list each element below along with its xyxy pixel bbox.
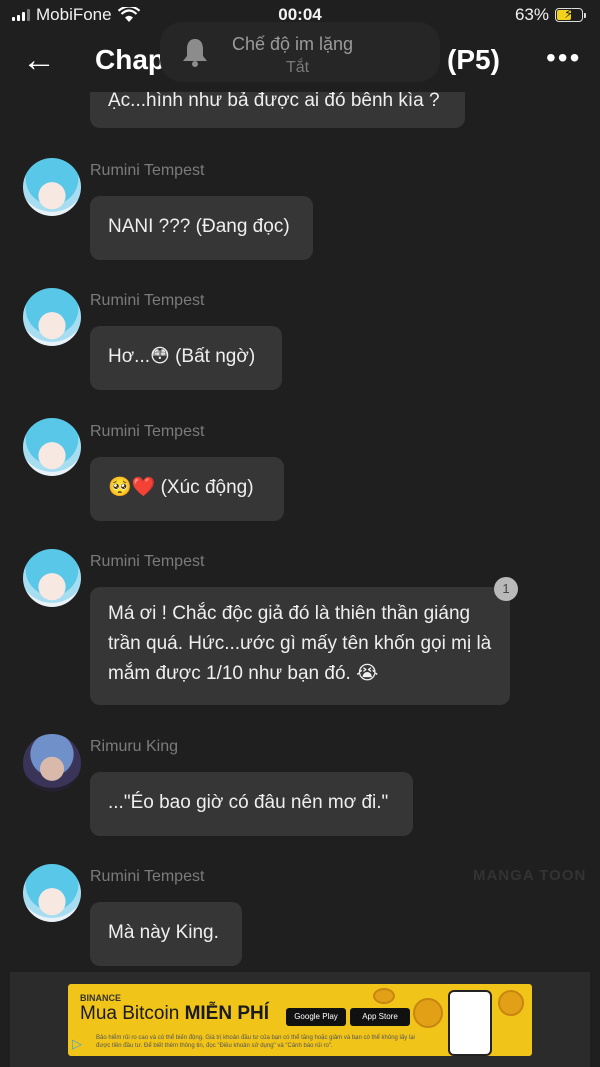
avatar[interactable] (23, 158, 81, 216)
sender-name: Rumini Tempest (90, 868, 205, 885)
ad-banner[interactable]: BINANCE Mua Bitcoin MIỄN PHÍ Google Play… (68, 984, 532, 1056)
silent-mode-toast[interactable]: Chế độ im lặng Tắt (160, 22, 440, 82)
chat-messages[interactable]: Ặc...hình như bả được ai đó bênh kìa ? R… (0, 92, 600, 972)
message-bubble[interactable]: Ặc...hình như bả được ai đó bênh kìa ? (90, 92, 465, 128)
adchoices-icon[interactable]: ▷ (72, 1036, 82, 1052)
message-text: ..."Éo bao giờ có đâu nên mơ đi." (108, 792, 389, 813)
message-text: Má ơi ! Chắc độc giả đó là thiên thần gi… (108, 603, 492, 684)
bell-icon (183, 39, 207, 67)
ad-container: BINANCE Mua Bitcoin MIỄN PHÍ Google Play… (10, 972, 590, 1067)
battery-percent: 63% (514, 5, 549, 24)
app-store-badge[interactable]: App Store (350, 1008, 410, 1026)
message-bubble[interactable]: 🥺❤️ (Xúc động) (90, 457, 284, 521)
message-bubble[interactable]: Má ơi ! Chắc độc giả đó là thiên thần gi… (90, 587, 510, 705)
message-bubble[interactable]: NANI ??? (Đang đọc) (90, 196, 313, 260)
avatar[interactable] (23, 864, 81, 922)
chat-title-part: (P5) (447, 44, 500, 75)
avatar[interactable] (23, 418, 81, 476)
sender-name: Rumini Tempest (90, 162, 205, 179)
sender-name: Rumini Tempest (90, 292, 205, 309)
toast-subtitle: Tắt (286, 59, 310, 76)
bitcoin-coin-icon (413, 998, 443, 1028)
message-text: NANI ??? (Đang đọc) (108, 216, 290, 237)
message-bubble[interactable]: ..."Éo bao giờ có đâu nên mơ đi." (90, 772, 413, 836)
message-text: 🥺❤️ (Xúc động) (108, 477, 254, 498)
message-text: Mà này King. (108, 922, 219, 943)
ad-fine-print: Bảo hiểm rủi ro cao và có thể biến động.… (96, 1035, 415, 1049)
back-arrow-icon[interactable]: ← (22, 42, 56, 78)
phone-mockup-icon (448, 990, 492, 1056)
battery-icon: ⚡ (555, 6, 583, 22)
avatar[interactable] (23, 549, 81, 607)
sender-name: Rimuru King (90, 738, 179, 755)
reply-count-badge[interactable]: 1 (494, 577, 518, 601)
message-bubble[interactable]: Mà này King. (90, 902, 242, 966)
avatar[interactable] (23, 288, 81, 346)
bitcoin-coin-icon (498, 990, 524, 1016)
ad-brand: BINANCE (80, 993, 122, 1003)
message-text: Ặc...hình như bả được ai đó bênh kìa ? (108, 92, 440, 111)
sender-name: Rumini Tempest (90, 423, 205, 440)
toast-title: Chế độ im lặng (232, 34, 354, 54)
avatar[interactable] (23, 734, 81, 792)
message-text: Hơ...😳 (Bất ngờ) (108, 346, 256, 367)
watermark: MANGA TOON (473, 867, 587, 884)
chat-title: Chap (95, 44, 165, 75)
google-play-badge[interactable]: Google Play (286, 1008, 346, 1026)
sender-name: Rumini Tempest (90, 553, 205, 570)
more-options-icon[interactable]: ••• (546, 42, 581, 74)
ad-headline: Mua Bitcoin MIỄN PHÍ (80, 1003, 270, 1024)
bitcoin-coin-icon (373, 988, 395, 1004)
message-bubble[interactable]: Hơ...😳 (Bất ngờ) (90, 326, 282, 390)
